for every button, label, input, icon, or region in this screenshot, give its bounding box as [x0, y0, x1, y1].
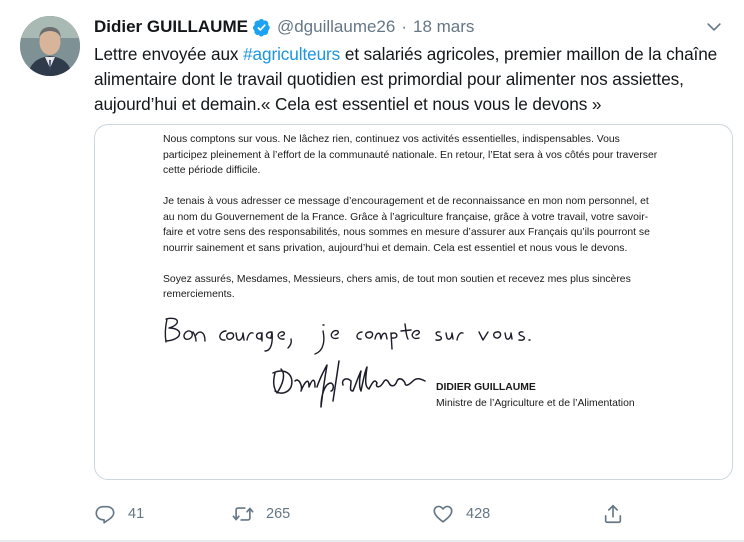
tweet-text-before: Lettre envoyée aux	[94, 44, 244, 64]
handwritten-note-and-signature	[164, 317, 531, 408]
retweet-count: 265	[266, 506, 291, 522]
tweet-header: Didier GUILLAUME @dguillaume26 · 18 mars	[94, 15, 730, 39]
handle[interactable]: @dguillaume26	[277, 17, 395, 37]
reply-icon	[95, 505, 115, 524]
retweet-icon	[232, 507, 254, 521]
tweet-text: Lettre envoyée aux #agriculteurs et sala…	[94, 42, 734, 117]
tweet-actions: 41 265 428	[94, 500, 634, 528]
reply-button[interactable]: 41	[94, 500, 144, 528]
hashtag-link[interactable]: #agriculteurs	[243, 44, 340, 64]
profile-photo-icon	[20, 16, 80, 76]
reply-count: 41	[128, 506, 145, 522]
tweet-media-image[interactable]: Nous comptons sur vous. Ne lâchez rien, …	[94, 124, 733, 480]
chevron-down-icon[interactable]	[704, 17, 724, 37]
heart-icon	[433, 505, 453, 523]
verified-badge-icon	[252, 18, 270, 36]
share-button[interactable]	[602, 500, 624, 528]
share-icon	[604, 504, 622, 524]
like-count: 428	[466, 506, 491, 522]
display-name[interactable]: Didier GUILLAUME	[94, 17, 248, 37]
like-button[interactable]: 428	[432, 500, 490, 528]
signature-name: DIDIER GUILLAUME	[436, 382, 536, 393]
signature-block: DIDIER GUILLAUME Ministre de l’Agricultu…	[436, 380, 635, 411]
signature-title: Ministre de l’Agriculture et de l’Alimen…	[436, 397, 635, 409]
avatar[interactable]	[20, 16, 80, 76]
separator-dot: ·	[401, 17, 408, 36]
tweet[interactable]: Didier GUILLAUME @dguillaume26 · 18 mars…	[0, 0, 744, 542]
tweet-date[interactable]: 18 mars	[413, 17, 474, 37]
retweet-button[interactable]: 265	[232, 500, 290, 528]
